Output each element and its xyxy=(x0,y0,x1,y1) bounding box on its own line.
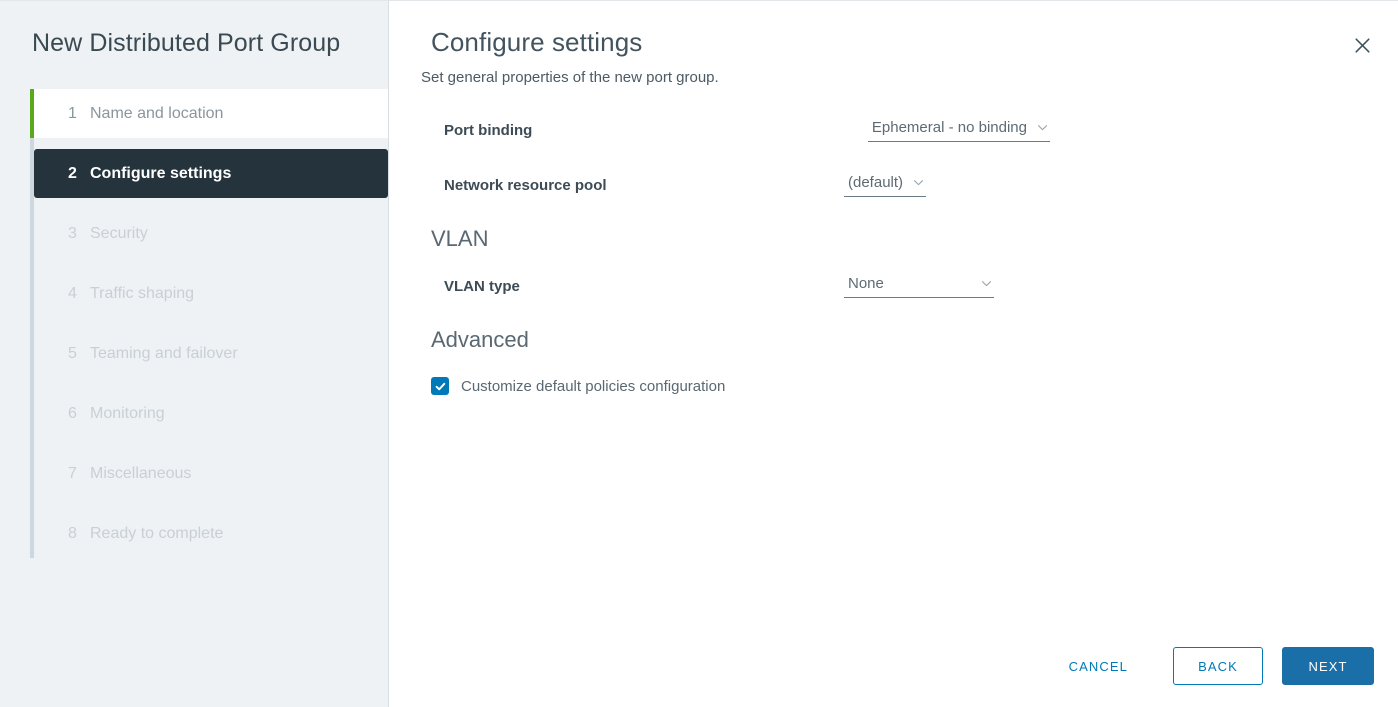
check-icon xyxy=(435,382,445,390)
chevron-down-icon xyxy=(980,277,993,290)
vlan-type-label: VLAN type xyxy=(444,278,520,295)
page-title: Configure settings xyxy=(431,27,643,57)
customize-default-policies-checkbox[interactable] xyxy=(431,377,449,395)
form-row-port-binding: Port binding Ephemeral - no binding xyxy=(389,116,1398,142)
step-label: Miscellaneous xyxy=(90,464,192,482)
form-row-network-resource-pool: Network resource pool (default) xyxy=(389,171,1398,197)
chevron-down-icon xyxy=(912,176,925,189)
step-number: 8 xyxy=(68,524,77,542)
chevron-down-icon xyxy=(1036,121,1049,134)
step-number: 2 xyxy=(68,164,77,182)
cancel-button[interactable]: Cancel xyxy=(1050,648,1147,684)
wizard-step-list: 1 Name and location 2 Configure settings… xyxy=(0,89,388,558)
sidebar-step-monitoring[interactable]: 6 Monitoring xyxy=(34,389,388,438)
step-number: 1 xyxy=(68,104,77,122)
step-label: Configure settings xyxy=(90,164,232,182)
step-label: Ready to complete xyxy=(90,524,224,542)
step-label: Monitoring xyxy=(90,404,165,422)
sidebar-step-ready-to-complete[interactable]: 8 Ready to complete xyxy=(34,509,388,558)
next-button[interactable]: Next xyxy=(1282,647,1374,685)
wizard-sidebar: New Distributed Port Group 1 Name and lo… xyxy=(0,1,389,707)
port-binding-label: Port binding xyxy=(444,122,533,139)
sidebar-step-configure-settings[interactable]: 2 Configure settings xyxy=(34,149,388,198)
network-resource-pool-select[interactable]: (default) xyxy=(844,171,927,197)
sidebar-step-teaming-and-failover[interactable]: 5 Teaming and failover xyxy=(34,329,388,378)
vlan-section-heading: VLAN xyxy=(431,226,489,251)
advanced-section-heading: Advanced xyxy=(431,327,529,352)
form-row-vlan-type: VLAN type None xyxy=(389,272,1398,298)
step-number: 4 xyxy=(68,284,77,302)
wizard-footer: Cancel Back Next xyxy=(1050,647,1374,685)
configure-settings-form: Port binding Ephemeral - no binding Netw… xyxy=(389,86,1398,395)
step-label: Security xyxy=(90,224,148,242)
back-button[interactable]: Back xyxy=(1173,647,1263,685)
network-resource-pool-label: Network resource pool xyxy=(444,177,607,194)
wizard-title: New Distributed Port Group xyxy=(32,29,341,57)
sidebar-step-name-and-location[interactable]: 1 Name and location xyxy=(34,89,388,138)
sidebar-step-miscellaneous[interactable]: 7 Miscellaneous xyxy=(34,449,388,498)
step-label: Teaming and failover xyxy=(90,344,238,362)
step-number: 5 xyxy=(68,344,77,362)
sidebar-step-security[interactable]: 3 Security xyxy=(34,209,388,258)
vlan-type-select[interactable]: None xyxy=(844,272,994,298)
step-label: Traffic shaping xyxy=(90,284,195,302)
step-number: 3 xyxy=(68,224,77,242)
sidebar-step-traffic-shaping[interactable]: 4 Traffic shaping xyxy=(34,269,388,318)
wizard-content-panel: Configure settings Set general propertie… xyxy=(389,1,1398,707)
port-binding-select[interactable]: Ephemeral - no binding xyxy=(867,116,1050,142)
step-label: Name and location xyxy=(90,104,224,122)
step-number: 7 xyxy=(68,464,77,482)
customize-default-policies-label: Customize default policies configuration xyxy=(461,377,726,395)
customize-default-policies-checkbox-row[interactable]: Customize default policies configuration xyxy=(389,377,1398,395)
port-binding-value: Ephemeral - no binding xyxy=(871,119,1027,136)
close-icon[interactable] xyxy=(1348,31,1376,59)
network-resource-pool-value: (default) xyxy=(848,174,904,191)
vlan-type-value: None xyxy=(848,275,884,292)
page-subtitle: Set general properties of the new port g… xyxy=(421,69,719,86)
new-distributed-port-group-wizard: New Distributed Port Group 1 Name and lo… xyxy=(0,0,1398,707)
step-number: 6 xyxy=(68,404,77,422)
